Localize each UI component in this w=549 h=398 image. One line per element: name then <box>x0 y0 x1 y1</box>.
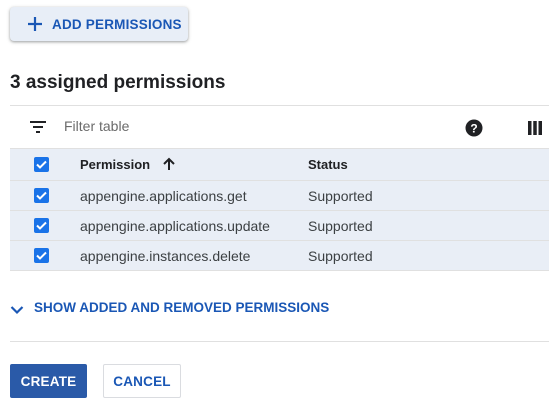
filter-table-input[interactable] <box>62 117 266 135</box>
table-toolbar: ? <box>10 105 549 149</box>
permission-cell: appengine.instances.delete <box>80 247 251 264</box>
table-row[interactable]: appengine.applications.get Supported <box>10 181 549 211</box>
permission-cell: appengine.applications.update <box>80 217 270 234</box>
column-header-permission[interactable]: Permission <box>80 157 176 172</box>
show-added-removed-label: SHOW ADDED AND REMOVED PERMISSIONS <box>34 300 330 315</box>
row-checkbox[interactable] <box>34 188 49 203</box>
filter-icon <box>29 120 47 134</box>
help-circle-icon[interactable]: ? <box>465 119 483 137</box>
assigned-permissions-heading: 3 assigned permissions <box>10 72 226 93</box>
add-permissions-button[interactable]: ADD PERMISSIONS <box>10 7 188 41</box>
column-display-icon[interactable] <box>527 120 543 136</box>
add-permissions-label: ADD PERMISSIONS <box>52 16 182 32</box>
row-checkbox[interactable] <box>34 218 49 233</box>
divider <box>10 341 549 342</box>
column-header-status[interactable]: Status <box>308 157 348 172</box>
row-checkbox[interactable] <box>34 248 49 263</box>
chevron-down-icon <box>10 303 24 314</box>
status-cell: Supported <box>308 217 373 234</box>
table-row[interactable]: appengine.instances.delete Supported <box>10 241 549 271</box>
plus-icon <box>26 15 44 33</box>
status-cell: Supported <box>308 247 373 264</box>
svg-text:?: ? <box>470 122 477 136</box>
show-added-removed-permissions-link[interactable]: SHOW ADDED AND REMOVED PERMISSIONS <box>10 300 329 315</box>
arrow-up-icon <box>162 157 176 171</box>
permission-cell: appengine.applications.get <box>80 187 247 204</box>
select-all-checkbox[interactable] <box>34 157 49 172</box>
table-header-row: Permission Status <box>10 149 549 181</box>
table-row[interactable]: appengine.applications.update Supported <box>10 211 549 241</box>
status-cell: Supported <box>308 187 373 204</box>
permissions-table: ? Permission Status appengine.applicatio… <box>10 105 549 271</box>
